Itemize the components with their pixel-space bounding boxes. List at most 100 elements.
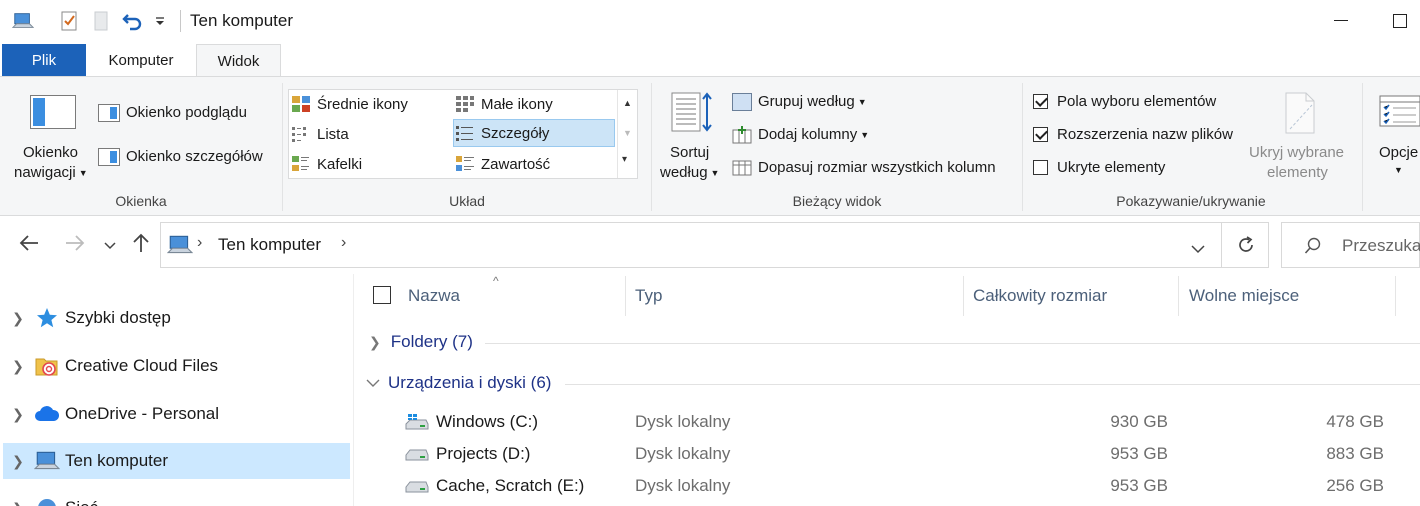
layout-content[interactable]: Zawartość (455, 150, 615, 178)
ribbon-tabs: Plik Komputer Widok (0, 42, 1420, 78)
back-arrow-icon[interactable] (18, 232, 40, 258)
breadcrumb-separator-icon[interactable]: › (197, 234, 202, 252)
column-separator[interactable] (963, 276, 964, 316)
layout-details[interactable]: Szczegóły (453, 119, 615, 147)
column-separator[interactable] (1395, 276, 1396, 316)
tab-computer[interactable]: Komputer (86, 44, 196, 77)
hide-selected-label-2[interactable]: elementy (1267, 164, 1328, 181)
column-separator[interactable] (1178, 276, 1179, 316)
hidden-items-checkbox[interactable] (1033, 160, 1048, 175)
options-icon[interactable] (1378, 93, 1420, 129)
chevron-right-icon[interactable]: ❯ (3, 453, 33, 470)
new-folder-icon[interactable] (90, 10, 112, 32)
breadcrumb-separator-icon[interactable]: › (341, 234, 346, 252)
nav-item-network[interactable]: ❯ Sieć (3, 490, 350, 506)
nav-item-onedrive[interactable]: ❯ OneDrive - Personal (3, 396, 350, 432)
preview-pane-button[interactable]: Okienko podglądu (126, 104, 247, 121)
select-all-checkbox[interactable] (373, 286, 391, 304)
scroll-up-icon[interactable]: ▲ (623, 98, 632, 108)
column-header-type[interactable]: Typ (635, 286, 662, 306)
column-separator[interactable] (625, 276, 626, 316)
nav-item-quick-access[interactable]: ❯ Szybki dostęp (3, 300, 350, 336)
layout-tiles[interactable]: Kafelki (291, 150, 451, 178)
item-checkboxes-checkbox[interactable] (1033, 94, 1048, 109)
chevron-down-icon[interactable]: ▼ (1394, 165, 1403, 175)
column-header-name[interactable]: Nazwa (408, 286, 460, 306)
nav-item-this-pc[interactable]: ❯ Ten komputer (3, 443, 350, 479)
recent-locations-chevron-icon[interactable] (104, 238, 116, 255)
window-title: Ten komputer (190, 11, 293, 30)
address-history-chevron-icon[interactable] (1191, 241, 1205, 258)
group-divider (485, 343, 1420, 344)
nav-item-label: Szybki dostęp (65, 308, 171, 327)
chevron-down-icon: ▼ (710, 168, 720, 179)
navigation-pane-label-2: nawigacji (14, 164, 76, 181)
properties-icon[interactable] (58, 10, 80, 32)
navigation-pane-label-1[interactable]: Okienko (23, 144, 78, 161)
layout-small-icons[interactable]: Małe ikony (455, 90, 615, 118)
layout-medium-icons[interactable]: Średnie ikony (291, 90, 451, 118)
file-list: ^ Nazwa Typ Całkowity rozmiar Wolne miej… (355, 274, 1420, 506)
breadcrumb-ten-komputer[interactable]: Ten komputer (218, 235, 321, 255)
navigation-pane-icon[interactable] (30, 95, 76, 129)
table-row[interactable]: Projects (D:) Dysk lokalny 953 GB 883 GB (400, 438, 1420, 470)
address-bar[interactable]: › Ten komputer › (160, 222, 1222, 268)
details-pane-icon (98, 148, 120, 166)
gallery-expand-icon[interactable]: ▾ (622, 154, 627, 165)
tiles-view-icon (292, 156, 309, 171)
item-checkboxes-label[interactable]: Pola wyboru elementów (1057, 93, 1216, 110)
column-header-total-size[interactable]: Całkowity rozmiar (973, 286, 1107, 306)
drive-icon (405, 449, 429, 461)
gallery-scroll[interactable]: ▲ ▼ ▾ (617, 90, 637, 178)
divider (180, 10, 181, 32)
fit-columns-button[interactable]: Dopasuj rozmiar wszystkich kolumn (758, 159, 996, 176)
tab-view[interactable]: Widok (196, 44, 281, 78)
table-row[interactable]: Cache, Scratch (E:) Dysk lokalny 953 GB … (400, 470, 1420, 502)
ribbon-view: Okienko nawigacji ▼ Okienko podglądu Okie… (0, 76, 1420, 216)
drive-type: Dysk lokalny (635, 476, 731, 495)
file-extensions-checkbox[interactable] (1033, 127, 1048, 142)
hidden-items-label[interactable]: Ukryte elementy (1057, 159, 1165, 176)
table-row[interactable]: Windows (C:) Dysk lokalny 930 GB 478 GB (400, 406, 1420, 438)
sort-by-button[interactable]: według ▼ (660, 164, 719, 181)
refresh-button[interactable] (1221, 222, 1269, 268)
nav-item-label: Creative Cloud Files (65, 356, 219, 375)
group-by-button[interactable]: Grupuj według ▼ (758, 93, 867, 110)
customize-toolbar-icon[interactable] (150, 10, 170, 32)
search-box[interactable]: Przeszukaj (1281, 222, 1420, 268)
chevron-down-icon: ▼ (78, 168, 88, 179)
chevron-right-icon[interactable]: ❯ (3, 310, 33, 327)
minimize-button[interactable] (1330, 8, 1356, 34)
navigation-pane-button[interactable]: nawigacji ▼ (14, 164, 88, 181)
chevron-right-icon[interactable]: ❯ (369, 334, 381, 351)
nav-item-creative-cloud[interactable]: ❯ Creative Cloud Files (3, 348, 350, 384)
maximize-button[interactable] (1388, 8, 1414, 34)
group-label-current-view: Bieżący widok (792, 193, 882, 209)
chevron-down-icon: ▼ (860, 130, 870, 141)
group-header-devices[interactable]: Urządzenia i dyski (6) (366, 373, 551, 393)
file-extensions-label[interactable]: Rozszerzenia nazw plików (1057, 126, 1233, 143)
chevron-right-icon[interactable]: ❯ (3, 500, 33, 506)
forward-arrow-icon[interactable] (64, 232, 86, 258)
group-header-folders[interactable]: ❯ Foldery (7) (369, 332, 473, 352)
group-label-panes: Okienka (115, 193, 167, 209)
scroll-down-icon[interactable]: ▼ (623, 128, 632, 138)
small-icons-icon (456, 96, 474, 112)
hide-selected-label-1[interactable]: Ukryj wybrane (1249, 144, 1344, 161)
nav-item-label: Ten komputer (65, 451, 168, 470)
column-header-free-space[interactable]: Wolne miejsce (1189, 286, 1299, 306)
tab-file[interactable]: Plik (2, 44, 86, 77)
details-pane-button[interactable]: Okienko szczegółów (126, 148, 263, 165)
computer-icon[interactable] (12, 10, 34, 32)
add-columns-button[interactable]: Dodaj kolumny ▼ (758, 126, 869, 143)
layout-list[interactable]: Lista (291, 120, 451, 148)
options-button[interactable]: Opcje (1379, 144, 1418, 161)
chevron-right-icon[interactable]: ❯ (3, 406, 33, 423)
drive-name: Windows (C:) (436, 412, 539, 431)
sort-by-label-1[interactable]: Sortuj (670, 144, 709, 161)
sort-by-icon[interactable] (670, 91, 712, 135)
hide-selected-icon[interactable] (1282, 91, 1318, 135)
up-arrow-icon[interactable] (130, 232, 152, 258)
chevron-right-icon[interactable]: ❯ (3, 358, 33, 375)
undo-icon[interactable] (122, 10, 144, 32)
